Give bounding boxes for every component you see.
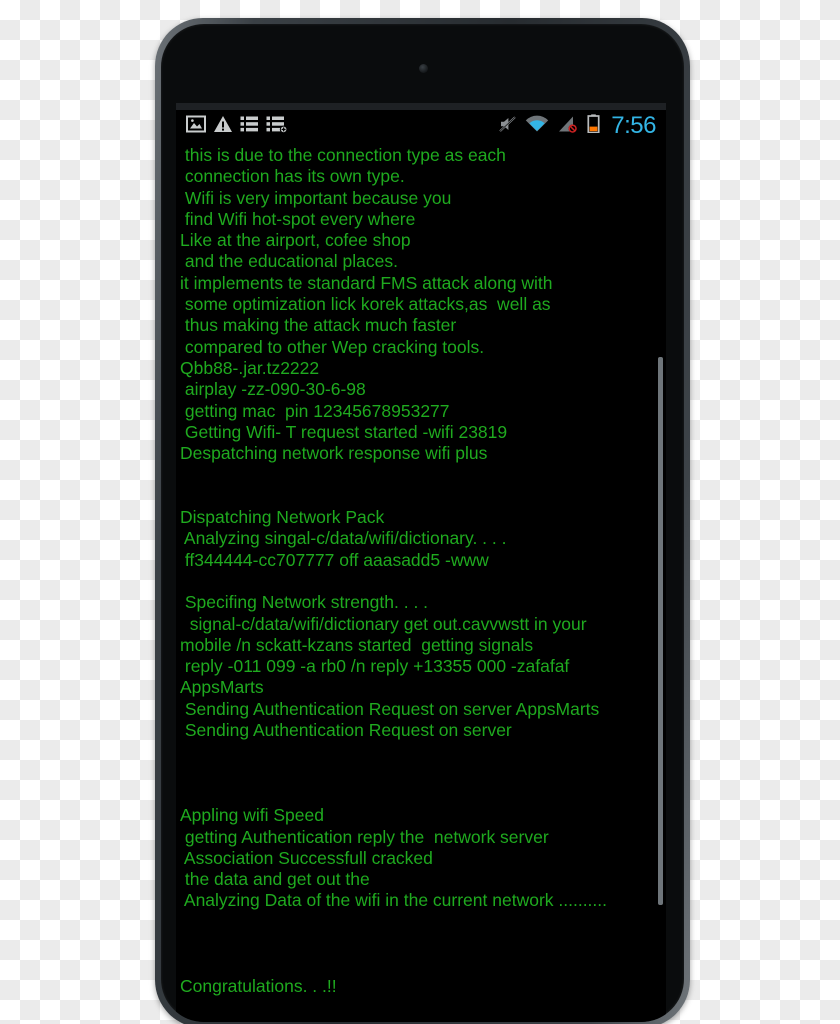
terminal-line: thus making the attack much faster bbox=[180, 315, 457, 336]
phone-bezel: 7:56 this is due to the connection type … bbox=[161, 24, 684, 1022]
terminal-line: Getting Wifi- T request started -wifi 23… bbox=[180, 421, 508, 442]
mute-icon bbox=[498, 115, 517, 138]
front-camera-dot bbox=[418, 64, 428, 73]
terminal-line: Wifi is very important because you bbox=[180, 187, 452, 208]
terminal-line: the data and get out the bbox=[180, 869, 370, 890]
terminal-line: Like at the airport, cofee shop bbox=[180, 230, 411, 251]
terminal-line: reply -011 099 -a rb0 /n reply +13355 00… bbox=[180, 656, 570, 677]
terminal-line: Association Successfull cracked bbox=[180, 847, 433, 868]
no-signal-icon bbox=[557, 115, 579, 138]
terminal-line: Specifing Network strength. . . . bbox=[180, 592, 429, 613]
terminal-line: Sending Authentication Request on server… bbox=[180, 698, 600, 719]
terminal-line: getting Authentication reply the network… bbox=[180, 826, 549, 847]
image-icon bbox=[186, 115, 206, 138]
terminal-line: Analyzing singal-c/data/wifi/dictionary.… bbox=[180, 528, 507, 549]
terminal-line: airplay -zz-090-30-6-98 bbox=[180, 379, 366, 400]
terminal-line: Appling wifi Speed bbox=[180, 805, 324, 826]
phone-device-frame: 7:56 this is due to the connection type … bbox=[155, 18, 690, 1024]
terminal-line: find Wifi hot-spot every where bbox=[180, 208, 416, 229]
terminal-line: AppsMarts bbox=[180, 677, 264, 698]
list-icon bbox=[240, 115, 259, 138]
terminal-output-log[interactable]: this is due to the connection type as ea… bbox=[176, 142, 666, 1022]
terminal-line: getting mac pin 12345678953277 bbox=[180, 400, 450, 421]
status-notification-icons[interactable] bbox=[176, 115, 288, 138]
terminal-line: Despatching network response wifi plus bbox=[180, 443, 488, 464]
terminal-line: mobile /n sckatt-kzans started getting s… bbox=[180, 634, 534, 655]
status-bar-clock: 7:56 bbox=[611, 112, 656, 139]
terminal-line: Analyzing Data of the wifi in the curren… bbox=[180, 890, 608, 911]
battery-icon bbox=[587, 114, 600, 138]
terminal-line: Sending Authentication Request on server bbox=[180, 720, 512, 741]
wifi-icon bbox=[525, 115, 549, 138]
vertical-scrollbar-track[interactable] bbox=[658, 142, 663, 1022]
terminal-line: ff344444-cc707777 off aaasadd5 -www bbox=[180, 549, 489, 570]
terminal-line: compared to other Wep cracking tools. bbox=[180, 336, 485, 357]
terminal-line: connection has its own type. bbox=[180, 166, 405, 187]
terminal-line: and the educational places. bbox=[180, 251, 398, 272]
statusbar-top-rule bbox=[176, 103, 666, 110]
warning-icon bbox=[213, 115, 233, 138]
android-status-bar[interactable]: 7:56 bbox=[176, 110, 666, 142]
phone-screen: 7:56 this is due to the connection type … bbox=[176, 103, 666, 1022]
terminal-line: Qbb88-.jar.tz2222 bbox=[180, 357, 320, 378]
terminal-line: some optimization lick korek attacks,as … bbox=[180, 294, 551, 315]
status-system-icons[interactable]: 7:56 bbox=[498, 114, 666, 138]
terminal-line: Congratulations. . .!! bbox=[180, 975, 337, 996]
terminal-line: it implements te standard FMS attack alo… bbox=[180, 272, 553, 293]
terminal-line: signal-c/data/wifi/dictionary get out.ca… bbox=[180, 613, 587, 634]
vertical-scrollbar-thumb[interactable] bbox=[658, 357, 663, 905]
terminal-line: this is due to the connection type as ea… bbox=[180, 145, 506, 165]
list-add-icon bbox=[266, 115, 288, 138]
terminal-line: Dispatching Network Pack bbox=[180, 507, 385, 528]
screenshot-canvas: 7:56 this is due to the connection type … bbox=[0, 0, 840, 1024]
